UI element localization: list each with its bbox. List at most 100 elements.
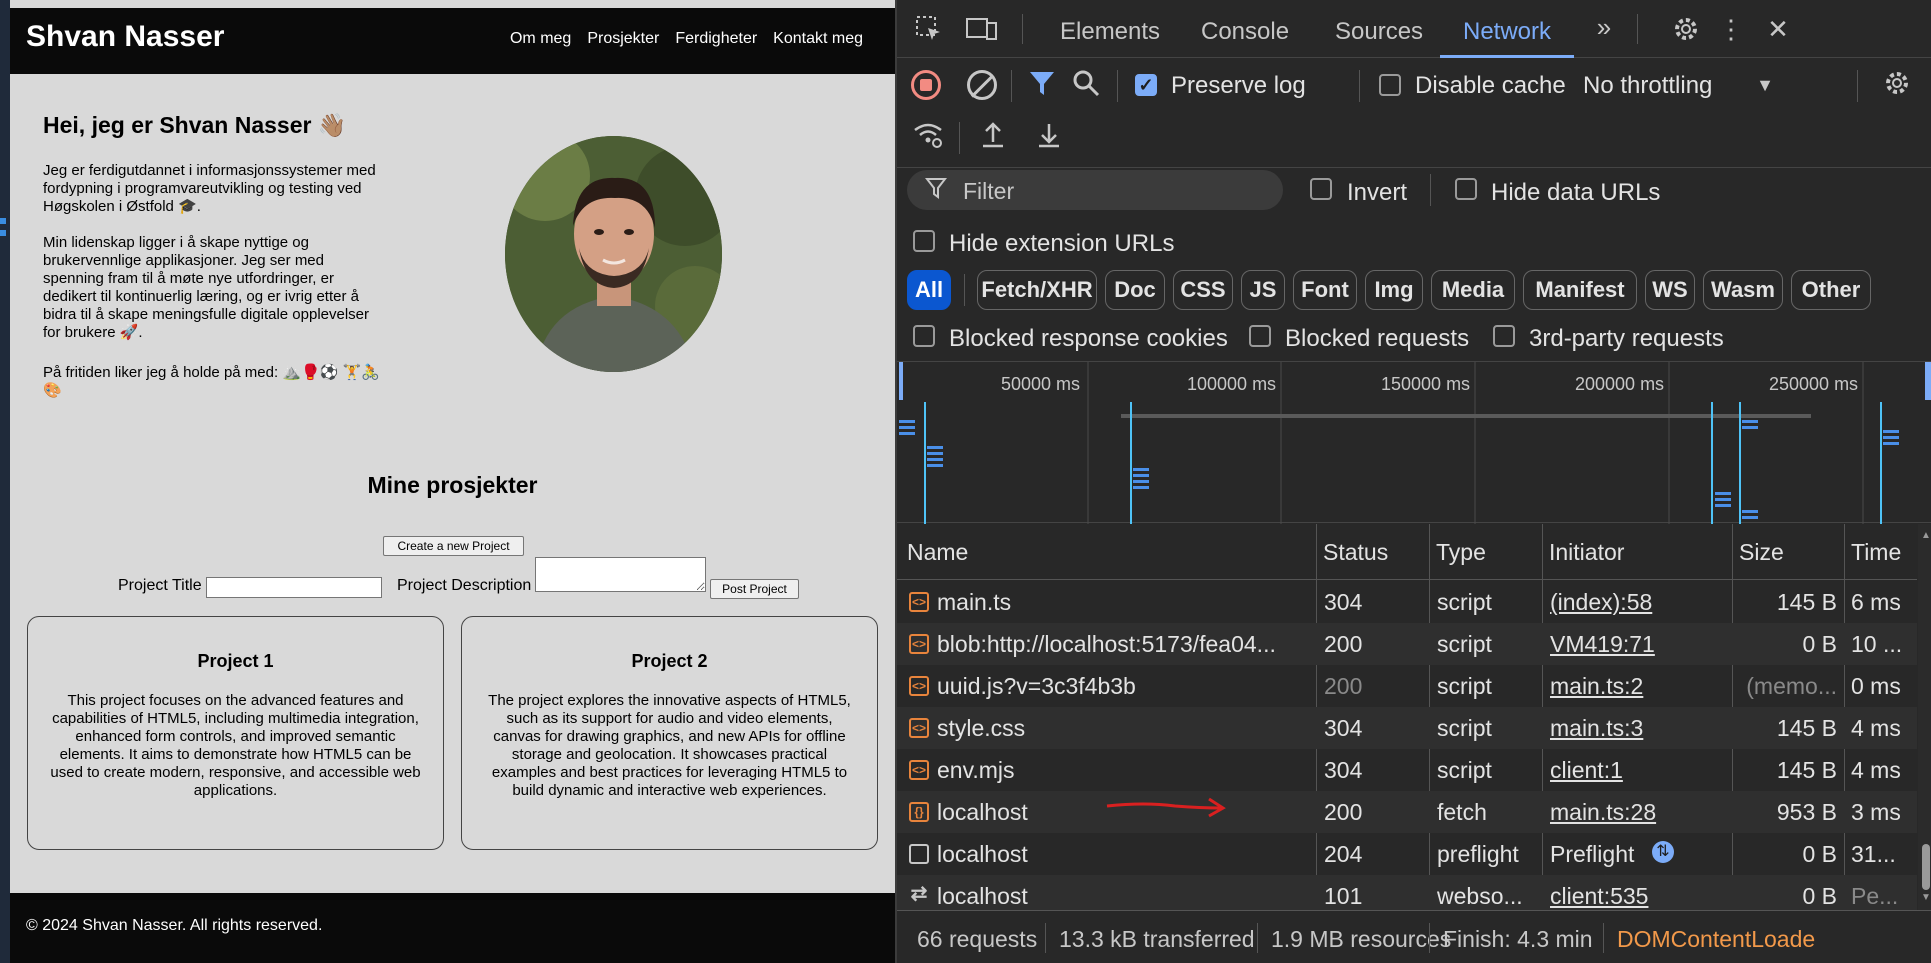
column-initiator[interactable]: Initiator <box>1541 524 1624 580</box>
cell-initiator[interactable]: VM419:71 <box>1550 623 1725 665</box>
close-devtools-icon[interactable]: ✕ <box>1763 14 1793 44</box>
device-toolbar-icon[interactable] <box>965 14 999 50</box>
search-icon[interactable] <box>1069 68 1103 104</box>
cell-type: script <box>1437 757 1492 783</box>
timeline-tick: 100000 ms <box>1187 374 1277 394</box>
column-time[interactable]: Time <box>1843 524 1901 580</box>
tab-sources[interactable]: Sources <box>1335 18 1423 46</box>
site-footer: © 2024 Shvan Nasser. All rights reserved… <box>10 893 895 963</box>
filter-type-all[interactable]: All <box>907 270 951 310</box>
table-row[interactable]: <> main.ts 304 script (index):58 145 B 6 ms <box>897 581 1917 623</box>
web-page: Shvan Nasser Om meg Prosjekter Ferdighet… <box>10 0 895 963</box>
filter-type-manifest[interactable]: Manifest <box>1523 270 1637 310</box>
export-har-icon[interactable] <box>1033 120 1065 156</box>
timeline-tick: 200000 ms <box>1575 374 1665 394</box>
requests-scrollbar[interactable]: ▲ ▼ <box>1918 524 1931 910</box>
tab-network[interactable]: Network <box>1463 18 1551 46</box>
cell-initiator[interactable]: client:1 <box>1550 749 1725 791</box>
cell-name: main.ts <box>937 589 1012 615</box>
nav-link-ferdigheter[interactable]: Ferdigheter <box>675 30 757 48</box>
throttling-select[interactable]: No throttling <box>1583 72 1712 100</box>
table-row[interactable]: <> uuid.js?v=3c3f4b3b 200 script main.ts:2 (m… <box>897 665 1917 707</box>
network-toolbar: ✓ Preserve log Disable cache No throttli… <box>897 58 1931 168</box>
post-project-button[interactable]: Post Project <box>710 579 799 599</box>
nav-link-prosjekter[interactable]: Prosjekter <box>587 30 659 48</box>
filter-type-js[interactable]: JS <box>1241 270 1285 310</box>
filter-type-font[interactable]: Font <box>1293 270 1357 310</box>
filter-type-other[interactable]: Other <box>1791 270 1871 310</box>
third-party-label: 3rd-party requests <box>1529 325 1724 352</box>
more-options-icon[interactable]: ⋮ <box>1717 14 1745 44</box>
tab-elements[interactable]: Elements <box>1060 18 1160 46</box>
more-tabs-icon[interactable]: » <box>1587 12 1621 42</box>
blocked-cookies-checkbox[interactable] <box>913 325 935 347</box>
column-size[interactable]: Size <box>1731 524 1784 580</box>
hide-data-urls-checkbox[interactable] <box>1455 178 1477 200</box>
scroll-down-icon[interactable]: ▼ <box>1921 892 1931 903</box>
filter-funnel-icon[interactable] <box>1025 68 1059 104</box>
scroll-up-icon[interactable]: ▲ <box>1921 530 1931 541</box>
table-row[interactable]: localhost 204 preflight Preflight ⇅ 0 B 31... <box>897 833 1917 875</box>
devtools-panel: Elements Console Sources Network » ⋮ ✕ ✓… <box>895 0 1931 963</box>
import-har-icon[interactable] <box>977 120 1009 156</box>
network-conditions-icon[interactable] <box>911 120 945 156</box>
intro-paragraph-2: Min lidenskap ligger i å skape nyttige o… <box>43 234 370 341</box>
filter-type-img[interactable]: Img <box>1365 270 1423 310</box>
script-icon: <> <box>909 634 929 654</box>
filter-type-wasm[interactable]: Wasm <box>1703 270 1783 310</box>
disable-cache-checkbox[interactable] <box>1379 74 1401 96</box>
create-project-button[interactable]: Create a new Project <box>383 536 524 556</box>
network-overview-timeline[interactable]: 50000 ms 100000 ms 150000 ms 200000 ms 2… <box>897 361 1931 524</box>
column-status[interactable]: Status <box>1315 524 1388 580</box>
blocked-requests-checkbox[interactable] <box>1249 325 1271 347</box>
scrollbar-thumb[interactable] <box>1922 844 1930 890</box>
project-title-input[interactable] <box>206 577 382 598</box>
chevron-down-icon[interactable]: ▼ <box>1753 70 1777 100</box>
cell-initiator[interactable]: (index):58 <box>1550 581 1725 623</box>
status-transferred: 13.3 kB transferred <box>1059 926 1255 952</box>
column-name[interactable]: Name <box>899 524 968 580</box>
cell-initiator[interactable]: main.ts:3 <box>1550 707 1725 749</box>
preflight-info-icon[interactable]: ⇅ <box>1652 841 1674 863</box>
tab-console[interactable]: Console <box>1201 18 1289 46</box>
script-icon: <> <box>909 760 929 780</box>
status-request-count: 66 requests <box>917 926 1038 952</box>
hide-extension-urls-checkbox[interactable] <box>913 230 935 252</box>
settings-gear-icon[interactable] <box>1670 14 1702 50</box>
preserve-log-checkbox[interactable]: ✓ <box>1135 74 1157 96</box>
site-header: Shvan Nasser Om meg Prosjekter Ferdighet… <box>10 8 895 74</box>
cell-time: 4 ms <box>1851 715 1901 741</box>
filter-type-fetch-xhr[interactable]: Fetch/XHR <box>977 270 1097 310</box>
cell-status: 304 <box>1324 757 1363 783</box>
script-icon: <> <box>909 718 929 738</box>
filter-type-doc[interactable]: Doc <box>1105 270 1165 310</box>
record-button[interactable] <box>911 70 941 100</box>
edge-marker <box>0 218 6 224</box>
cell-initiator[interactable]: main.ts:2 <box>1550 665 1725 707</box>
filter-type-media[interactable]: Media <box>1431 270 1515 310</box>
table-row[interactable]: <> env.mjs 304 script client:1 145 B 4 ms <box>897 749 1917 791</box>
clear-log-icon[interactable] <box>967 70 997 100</box>
project-description-input[interactable] <box>535 557 706 592</box>
nav-link-kontakt[interactable]: Kontakt meg <box>773 30 863 48</box>
third-party-checkbox[interactable] <box>1493 325 1515 347</box>
cell-initiator[interactable]: main.ts:28 <box>1550 791 1725 833</box>
filter-input[interactable]: Filter <box>907 170 1283 210</box>
column-type[interactable]: Type <box>1428 524 1486 580</box>
cell-type: script <box>1437 589 1492 615</box>
nav-link-om-meg[interactable]: Om meg <box>510 30 571 48</box>
invert-checkbox[interactable] <box>1310 178 1332 200</box>
inspect-element-icon[interactable] <box>913 14 945 50</box>
intro-paragraph-1: Jeg er ferdigutdannet i informasjonssyst… <box>43 162 376 215</box>
status-divider <box>1429 923 1430 953</box>
site-title[interactable]: Shvan Nasser <box>26 20 224 54</box>
filter-type-css[interactable]: CSS <box>1173 270 1233 310</box>
table-row[interactable]: <> blob:http://localhost:5173/fea04... 200… <box>897 623 1917 665</box>
table-row[interactable]: <> style.css 304 script main.ts:3 145 B 4 ms <box>897 707 1917 749</box>
network-settings-gear-icon[interactable] <box>1881 68 1913 104</box>
record-stop-icon <box>920 79 932 91</box>
filter-type-ws[interactable]: WS <box>1645 270 1695 310</box>
status-divider <box>1603 923 1604 953</box>
table-row[interactable]: {} localhost 200 fetch main.ts:28 953 B3 ms <box>897 791 1917 833</box>
profile-photo <box>505 136 722 372</box>
